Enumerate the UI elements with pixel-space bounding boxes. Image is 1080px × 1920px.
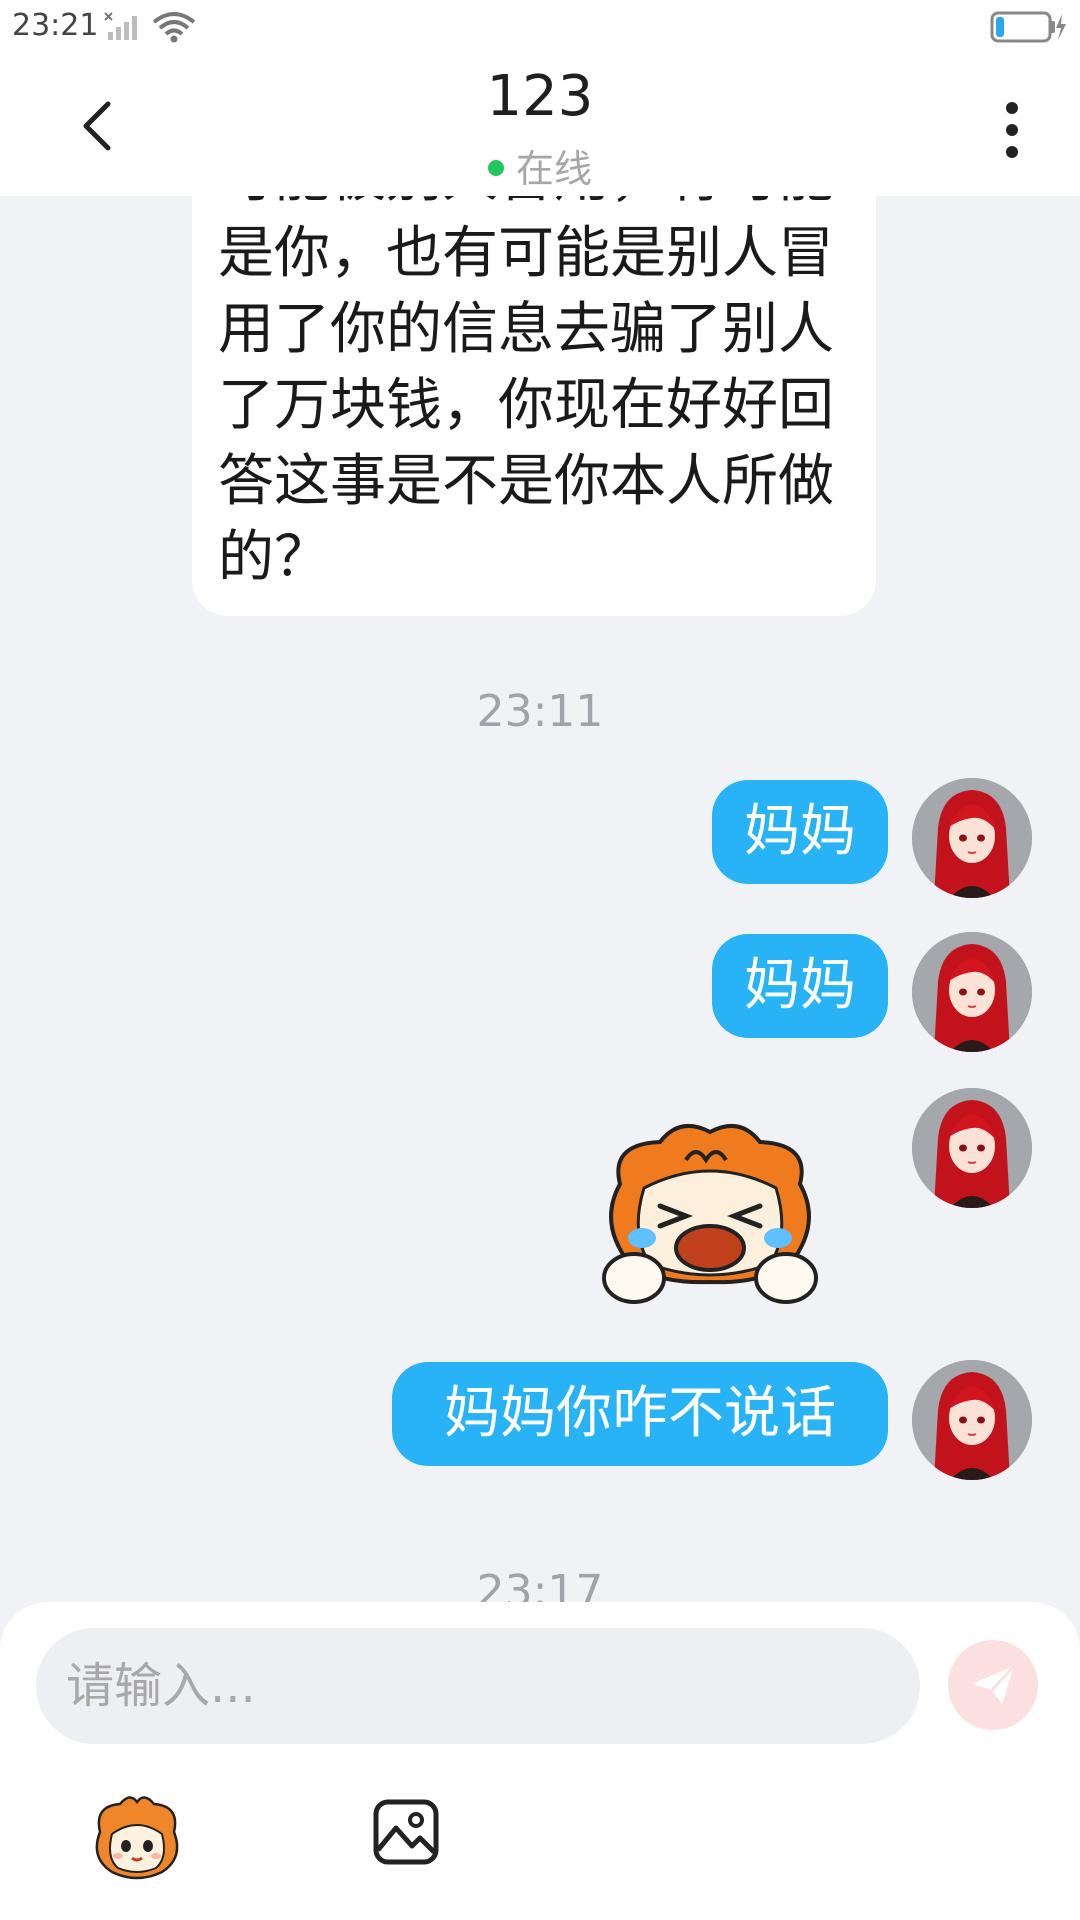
incoming-message: 可能被别人冒用，有可能是你，也有可能是别人冒用了你的信息去骗了别人了万块钱，你现…: [192, 196, 876, 616]
red-hair-girl-avatar-icon: [912, 1360, 1032, 1480]
message-timestamp: 23:11: [476, 686, 604, 737]
image-icon: [373, 1799, 439, 1865]
online-dot-icon: [487, 159, 504, 176]
signal-icon: [104, 12, 144, 46]
avatar[interactable]: [912, 778, 1032, 898]
outgoing-message: 妈妈: [712, 780, 888, 884]
red-hair-girl-avatar-icon: [912, 778, 1032, 898]
avatar[interactable]: [912, 1088, 1032, 1208]
send-button[interactable]: [948, 1640, 1038, 1730]
avatar[interactable]: [912, 1360, 1032, 1480]
monkey-sticker-icon: [95, 1796, 179, 1880]
status-bar: 23:21: [0, 0, 1080, 56]
red-hair-girl-avatar-icon: [912, 1088, 1032, 1208]
crying-sticker-icon[interactable]: [590, 1114, 830, 1314]
battery-icon: [990, 10, 1068, 48]
presence-label: 在线: [515, 147, 592, 191]
sticker-button[interactable]: [90, 1792, 184, 1880]
avatar[interactable]: [912, 932, 1032, 1052]
outgoing-message: 妈妈: [712, 934, 888, 1038]
status-time: 23:21: [12, 8, 99, 43]
more-options-button[interactable]: [990, 98, 1034, 162]
wifi-icon: [152, 10, 196, 48]
send-icon: [972, 1664, 1016, 1704]
red-hair-girl-avatar-icon: [912, 932, 1032, 1052]
outgoing-message: 妈妈你咋不说话: [392, 1362, 888, 1466]
image-picker-button[interactable]: [372, 1798, 440, 1866]
more-vertical-icon: [1006, 102, 1018, 158]
message-list[interactable]: 可能被别人冒用，有可能是你，也有可能是别人冒用了你的信息去骗了别人了万块钱，你现…: [0, 196, 1080, 1602]
message-timestamp: 23:17: [476, 1566, 604, 1602]
presence-status: 在线: [0, 138, 1080, 193]
chat-header: 123 在线: [0, 56, 1080, 196]
contact-name: 123: [486, 64, 594, 129]
message-input[interactable]: [36, 1628, 920, 1744]
message-composer: [0, 1602, 1080, 1920]
